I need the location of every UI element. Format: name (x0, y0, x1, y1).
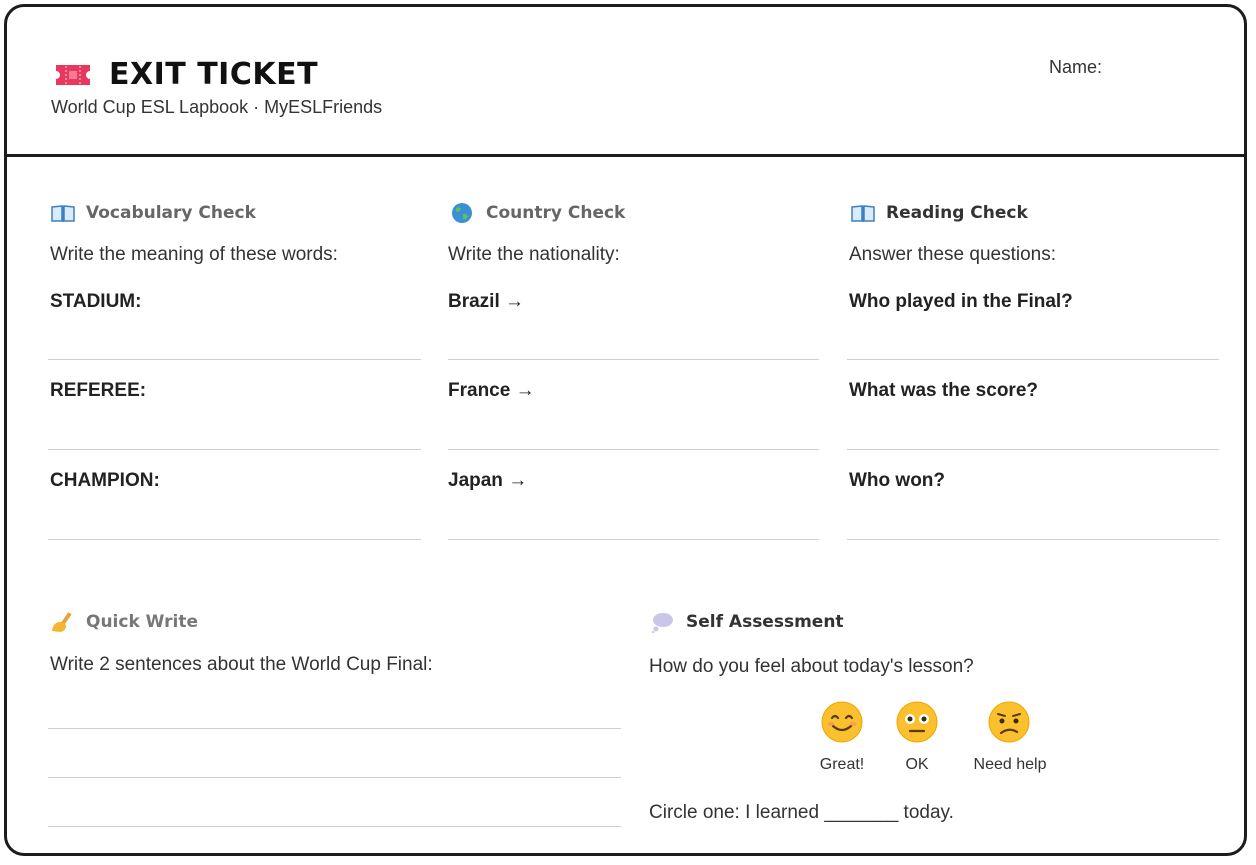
globe-icon (450, 202, 476, 224)
neutral-face-icon[interactable] (895, 700, 939, 744)
thought-bubble-icon (650, 611, 676, 634)
self-assessment-footer: Circle one: I learned _______ today. (649, 802, 954, 823)
option-label-ok: OK (905, 756, 929, 773)
vocab-answer-line-3[interactable] (48, 539, 421, 540)
option-label-need-help: Need help (973, 756, 1047, 773)
exit-ticket-card: EXIT TICKET World Cup ESL Lapbook · MyES… (4, 4, 1247, 856)
vocab-answer-line-2[interactable] (48, 449, 421, 450)
vocab-heading-text: Vocabulary Check (86, 203, 256, 223)
title-row: EXIT TICKET (53, 57, 318, 92)
country-heading-text: Country Check (486, 203, 626, 223)
vocab-item-3: CHAMPION: (50, 470, 160, 491)
vocab-item-1: STADIUM: (50, 291, 142, 312)
vocab-item-2: REFEREE: (50, 380, 147, 401)
vocab-instruction: Write the meaning of these words: (50, 244, 338, 265)
quick-write-section-heading: Quick Write (50, 611, 198, 633)
country-answer-line-2[interactable] (448, 449, 819, 450)
reading-instruction: Answer these questions: (849, 244, 1057, 265)
quick-write-instruction: Write 2 sentences about the World Cup Fi… (50, 654, 433, 675)
self-assessment-question: How do you feel about today's lesson? (649, 656, 974, 677)
reading-question-3: Who won? (849, 470, 946, 491)
reading-answer-line-2[interactable] (847, 449, 1219, 450)
smiling-face-icon[interactable] (820, 700, 864, 744)
country-item-3: Japan → (448, 470, 528, 491)
ticket-icon (53, 63, 93, 87)
quick-write-line-3[interactable] (48, 826, 621, 827)
self-assessment-heading-text: Self Assessment (686, 612, 844, 632)
page-title: EXIT TICKET (109, 57, 319, 92)
quick-write-line-2[interactable] (48, 777, 621, 778)
reading-question-1: Who played in the Final? (849, 291, 1073, 312)
confused-face-icon[interactable] (987, 700, 1031, 744)
country-answer-line-1[interactable] (448, 359, 819, 360)
ticket-header: EXIT TICKET World Cup ESL Lapbook · MyES… (7, 7, 1244, 157)
country-section-heading: Country Check (450, 202, 625, 224)
vocab-answer-line-1[interactable] (48, 359, 421, 360)
writing-hand-icon (50, 611, 76, 633)
country-instruction: Write the nationality: (448, 244, 620, 265)
reading-heading-text: Reading Check (886, 203, 1028, 223)
vocab-section-heading: Vocabulary Check (50, 202, 256, 224)
reading-answer-line-3[interactable] (847, 539, 1219, 540)
page-subtitle: World Cup ESL Lapbook · MyESLFriends (51, 97, 383, 117)
option-label-great: Great! (819, 756, 865, 773)
country-answer-line-3[interactable] (448, 539, 819, 540)
reading-question-2: What was the score? (849, 380, 1038, 401)
open-book-icon (850, 202, 876, 224)
reading-section-heading: Reading Check (850, 202, 1028, 224)
name-field-label[interactable]: Name: (1049, 57, 1102, 78)
self-assessment-section-heading: Self Assessment (650, 611, 844, 634)
country-item-2: France → (448, 380, 535, 401)
country-item-1: Brazil → (448, 291, 525, 312)
quick-write-line-1[interactable] (48, 728, 621, 729)
quick-write-heading-text: Quick Write (86, 612, 199, 632)
open-book-icon (50, 202, 76, 224)
reading-answer-line-1[interactable] (847, 359, 1219, 360)
